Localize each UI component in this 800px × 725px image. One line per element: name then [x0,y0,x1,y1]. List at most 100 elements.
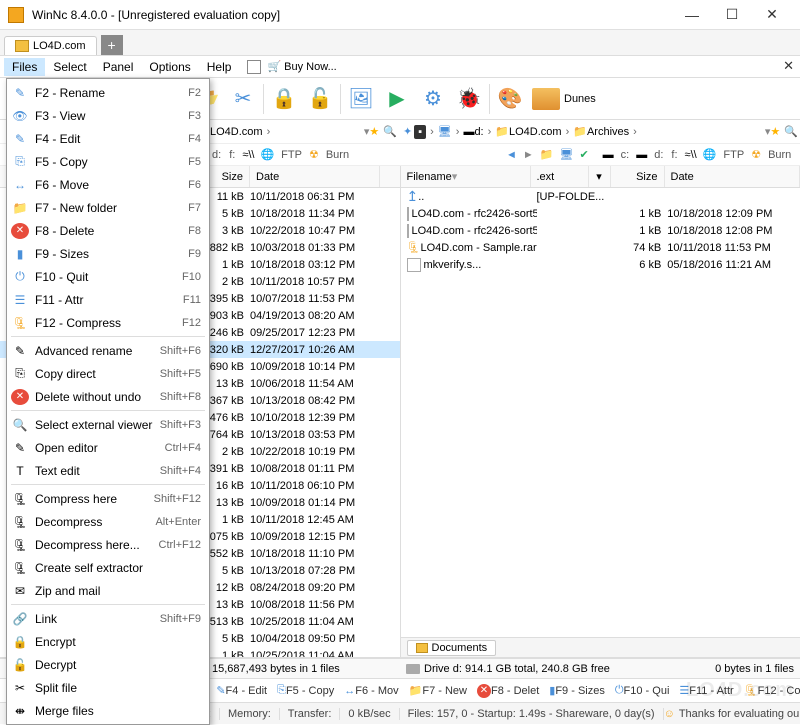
file-row[interactable]: LO4D.com - rfc2426-sort5.vcr1 kB10/18/20… [401,222,800,239]
fn-f7[interactable]: 📁F7 - New [404,684,472,697]
favorite-icon[interactable]: ★ [369,125,379,138]
menu-item[interactable]: ⇼Merge files [7,699,209,722]
titlebar: WinNc 8.4.0.0 - [Unregistered evaluation… [0,0,800,30]
menu-item[interactable]: 🗜Create self extractor [7,556,209,579]
menu-item[interactable]: ✉Zip and mail [7,579,209,602]
menu-item[interactable]: ✕Delete without undoShift+F8 [7,385,209,408]
menu-item[interactable]: ⎘Copy directShift+F5 [7,362,209,385]
fn-f6[interactable]: ↔F6 - Mov [339,685,403,697]
menu-item[interactable]: ✎Advanced renameShift+F6 [7,339,209,362]
right-pane-tab[interactable]: Documents [407,640,497,656]
tool-image-icon[interactable]: 🖼 [344,81,378,117]
ftp-label[interactable]: FTP [277,149,306,161]
tool-bug-icon[interactable]: 🐞 [452,81,486,117]
tool-lock-icon[interactable]: 🔒 [267,81,301,117]
col-ext[interactable]: .ext [531,166,589,187]
file-row[interactable]: 🗜 LO4D.com - Sample.rar74 kB10/11/2018 1… [401,239,800,256]
nav-fwd-icon[interactable]: ► [520,149,537,161]
menu-item[interactable]: ✎Open editorCtrl+F4 [7,436,209,459]
menu-item[interactable]: 🗜DecompressAlt+Enter [7,510,209,533]
drive-d[interactable]: ▬ d: [461,126,485,138]
up-folder-row[interactable]: ↥ ..[UP-FOLDE... [401,188,800,205]
col-filename[interactable]: Filename ▾ [401,166,531,187]
net-icon[interactable]: ≈\\ [239,149,257,161]
nav-back-icon[interactable]: ◄ [503,149,520,161]
nav-up-icon[interactable]: 📁 [537,148,557,161]
fn-f5[interactable]: ⎘F5 - Copy [272,684,339,697]
burn-label[interactable]: Burn [322,149,353,161]
menu-files[interactable]: Files [4,58,45,76]
menu-select[interactable]: Select [45,58,94,76]
col-date[interactable]: Date [250,166,380,187]
menu-item[interactable]: ▮F9 - SizesF9 [7,242,209,265]
tool-gear-icon[interactable]: ⚙ [416,81,450,117]
search-icon[interactable]: 🔍 [383,125,397,138]
menu-item[interactable]: ⏻F10 - QuitF10 [7,265,209,288]
fn-f9[interactable]: ▮F9 - Sizes [544,684,610,697]
crumb-lo4d[interactable]: 📁 LO4D.com [493,125,563,138]
col-sort-icon[interactable]: ▾ [589,166,611,187]
menu-item[interactable]: 🔒Encrypt [7,630,209,653]
tool-color-icon[interactable]: 🎨 [493,81,527,117]
help-icon[interactable] [247,60,261,74]
star-icon[interactable]: ✦ [403,125,412,138]
menu-item[interactable]: ✎F4 - EditF4 [7,127,209,150]
search-icon[interactable]: 🔍 [784,125,798,138]
tool-split-icon[interactable]: ✂ [226,81,260,117]
menu-item[interactable]: 🗜Compress hereShift+F12 [7,487,209,510]
tool-unlock-icon[interactable]: 🔓 [303,81,337,117]
drive-f-label[interactable]: f: [225,149,239,161]
menu-item[interactable]: ⎘F5 - CopyF5 [7,150,209,173]
crumb-archives[interactable]: 📁 Archives [571,125,631,138]
menu-item[interactable]: 👁F3 - ViewF3 [7,104,209,127]
fn-f4[interactable]: ✎F4 - Edit [211,684,272,697]
menu-item[interactable]: 🔍Select external viewerShift+F3 [7,413,209,436]
refresh-icon[interactable]: 🖥 [556,148,576,161]
tool-play-icon[interactable]: ▶ [380,81,414,117]
right-pane-footer: Documents [401,637,800,657]
ftp-icon[interactable]: 🌐 [257,148,277,161]
right-file-list[interactable]: ↥ ..[UP-FOLDE... LO4D.com - rfc2426-sort… [401,188,800,637]
workspace-tab[interactable]: LO4D.com [4,36,97,55]
menu-item[interactable]: ✕F8 - DeleteF8 [7,219,209,242]
col-size[interactable]: Size [611,166,665,187]
dunes-icon [532,88,560,110]
drive-icon[interactable]: ▪ [414,125,426,139]
file-row[interactable]: LO4D.com - rfc2426-sort5.v...1 kB10/18/2… [401,205,800,222]
menu-item[interactable]: 🔗LinkShift+F9 [7,607,209,630]
col-date[interactable]: Date [665,166,800,187]
right-selection-status: 0 bytes in 1 files [715,663,794,675]
minimize-button[interactable]: — [672,1,712,29]
check-icon[interactable]: ✔ [576,148,591,161]
files-status: Files: 157, 0 - Startup: 1.49s - Sharewa… [400,708,664,720]
menu-item[interactable]: ✂Split file [7,676,209,699]
file-row[interactable]: mkverify.s...6 kB05/18/2016 11:21 AM [401,256,800,273]
dunes-theme[interactable]: Dunes [532,88,596,110]
maximize-button[interactable]: ☐ [712,1,752,29]
watermark: LO4D.com [686,679,794,702]
breadcrumb-left[interactable]: LO4D.com [208,126,265,138]
add-tab-button[interactable]: + [101,35,123,55]
close-button[interactable]: ✕ [752,1,792,29]
fn-f10[interactable]: ⏻F10 - Qui [610,684,675,697]
buy-now-link[interactable]: Buy Now... [284,61,337,73]
favorite-icon[interactable]: ★ [770,125,780,138]
app-icon [8,7,24,23]
monitor-icon[interactable]: 🖥 [436,125,454,138]
menu-item[interactable]: 📁F7 - New folderF7 [7,196,209,219]
menu-item[interactable]: ↔F6 - MoveF6 [7,173,209,196]
fn-f8[interactable]: ✕F8 - Delet [472,684,544,698]
menu-help[interactable]: Help [199,58,240,76]
menu-options[interactable]: Options [141,58,198,76]
menu-item[interactable]: 🔓Decrypt [7,653,209,676]
menu-item[interactable]: 🗜F12 - CompressF12 [7,311,209,334]
menu-item[interactable]: TText editShift+F4 [7,459,209,482]
drive-d-label[interactable]: d: [208,149,225,161]
nuclear-icon[interactable]: ☢ [306,148,322,161]
menu-item[interactable]: ✎F2 - RenameF2 [7,81,209,104]
menubar: Files Select Panel Options Help 🛒 Buy No… [0,56,800,78]
menu-panel[interactable]: Panel [95,58,142,76]
toolbar-close-icon[interactable]: ✕ [783,58,794,74]
menu-item[interactable]: ☰F11 - AttrF11 [7,288,209,311]
menu-item[interactable]: 🗜Decompress here...Ctrl+F12 [7,533,209,556]
